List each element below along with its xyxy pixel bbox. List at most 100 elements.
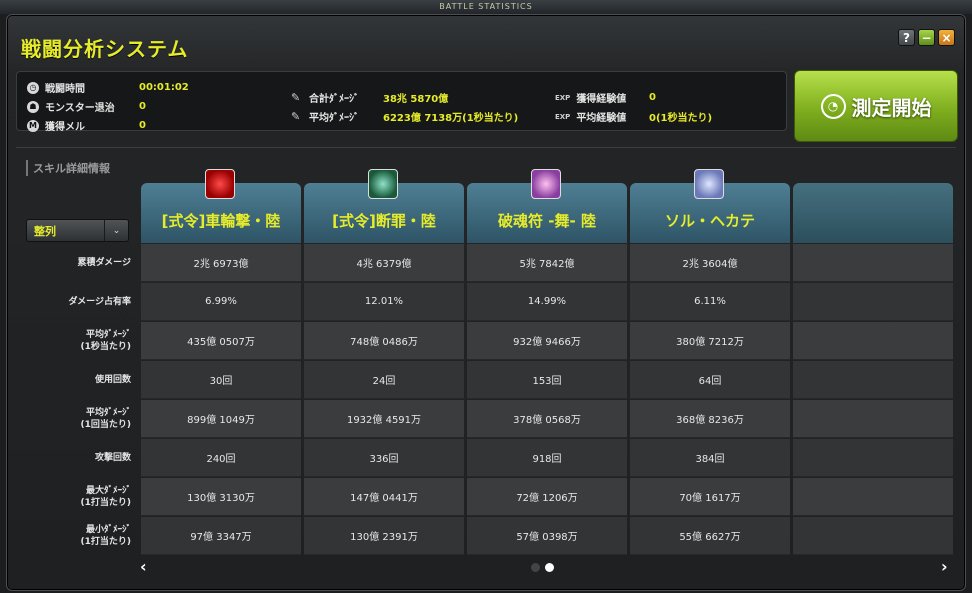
stat-cell: 30回: [141, 361, 301, 399]
stat-cell: 6.11%: [630, 283, 790, 321]
avg-damage-value: 6223億 7138万(1秒当たり): [383, 113, 519, 124]
column-footer: [467, 542, 627, 554]
stat-cell: 2兆 6973億: [141, 244, 301, 282]
next-page-button[interactable]: ›: [941, 557, 948, 576]
stat-cell: 4兆 6379億: [304, 244, 464, 282]
stat-cell: [793, 322, 953, 360]
window-title: 戦闘分析システム: [21, 37, 189, 61]
page-dot[interactable]: [545, 563, 554, 572]
avg-exp-value: 0(1秒当たり): [649, 113, 713, 124]
total-damage-value: 38兆 5870億: [383, 94, 449, 105]
skill-header: [793, 183, 953, 243]
summary-avg-damage: ✎ 平均ﾀﾞﾒｰｼﾞ 6223億 7138万(1秒当たり): [291, 109, 518, 124]
chevron-down-icon[interactable]: ⌄: [104, 220, 128, 241]
stat-cell: 5兆 7842億: [467, 244, 627, 282]
stat-cell: [793, 361, 953, 399]
stat-cell: [793, 244, 953, 282]
stat-cell: 72億 1206万: [467, 478, 627, 516]
summary-panel: ◷ 戦闘時間 00:01:02 ☗ モンスター退治 0 M 獲得メル 0 ✎ 合…: [16, 71, 787, 133]
skill-column: ソル・ヘカテ 2兆 3604億 6.11% 380億 7212万 64回 368億 823…: [630, 169, 790, 555]
skill-header[interactable]: 破魂符 -舞- 陸: [467, 169, 627, 243]
sword-icon: ✎: [291, 90, 301, 104]
column-footer: [793, 542, 953, 554]
stat-cell: 130億 3130万: [141, 478, 301, 516]
stat-cell: 932億 9466万: [467, 322, 627, 360]
total-damage-label: 合計ﾀﾞﾒｰｼﾞ: [309, 94, 359, 105]
avg-exp-label: 平均経験値: [576, 113, 627, 124]
sort-dropdown[interactable]: 整列 ⌄: [26, 219, 129, 242]
summary-monster: ☗ モンスター退治 0: [27, 99, 146, 114]
skill-name: [式令]断罪・陸: [332, 212, 436, 230]
row-label: 攻撃回数: [94, 453, 131, 463]
skill-name: ソル・ヘカテ: [664, 212, 755, 230]
stat-cell: 2兆 3604億: [630, 244, 790, 282]
help-button[interactable]: ?: [898, 29, 915, 46]
stat-cell: 6.99%: [141, 283, 301, 321]
stat-cell: 240回: [141, 439, 301, 477]
blue-spirit-icon: [694, 169, 724, 199]
row-label: 最大ﾀﾞﾒｰｼﾞ (1打当たり): [80, 486, 132, 508]
window-caption: BATTLE STATISTICS: [439, 2, 533, 11]
stat-cell: 12.01%: [304, 283, 464, 321]
row-label: 平均ﾀﾞﾒｰｼﾞ (1回当たり): [80, 408, 132, 430]
page-dot[interactable]: [531, 563, 540, 572]
stat-cell: 899億 1049万: [141, 400, 301, 438]
skill-header[interactable]: ソル・ヘカテ: [630, 169, 790, 243]
monster-value: 0: [139, 101, 146, 112]
battle-statistics-window: 戦闘分析システム ? − × ◷ 戦闘時間 00:01:02 ☗ モンスター退治…: [6, 14, 966, 591]
stat-cell: 748億 0486万: [304, 322, 464, 360]
row-label: ダメージ占有率: [68, 297, 131, 307]
pink-talisman-icon: [531, 169, 561, 199]
summary-meso: M 獲得メル 0: [27, 118, 146, 133]
stat-cell: 380億 7212万: [630, 322, 790, 360]
minimize-button[interactable]: −: [918, 29, 935, 46]
stat-cell: 14.99%: [467, 283, 627, 321]
stat-cell: [793, 400, 953, 438]
skill-name: [式令]車輪撃・陸: [161, 212, 281, 230]
summary-total-damage: ✎ 合計ﾀﾞﾒｰｼﾞ 38兆 5870億: [291, 90, 448, 105]
empty-skill-column: [793, 183, 953, 555]
start-measurement-button[interactable]: ◔ 測定開始: [794, 70, 958, 142]
exp-value: 0: [649, 92, 656, 103]
stat-cell: 384回: [630, 439, 790, 477]
meso-icon: M: [27, 119, 39, 132]
stat-cell: 24回: [304, 361, 464, 399]
prev-page-button[interactable]: ‹: [140, 557, 147, 576]
monster-label: モンスター退治: [45, 103, 115, 114]
section-title: スキル詳細情報: [26, 160, 110, 176]
stat-cell: 147億 0441万: [304, 478, 464, 516]
top-strip: BATTLE STATISTICS: [0, 0, 972, 14]
skill-header[interactable]: [式令]車輪撃・陸: [141, 169, 301, 243]
divider: [16, 147, 956, 148]
gauge-icon: ◔: [820, 93, 846, 119]
fire-wheel-icon: [205, 169, 235, 199]
skill-column: [式令]車輪撃・陸 2兆 6973億 6.99% 435億 0507万 30回 899億 …: [141, 169, 301, 555]
row-label: 平均ﾀﾞﾒｰｼﾞ (1秒当たり): [80, 330, 132, 352]
window-controls: ? − ×: [898, 29, 955, 46]
skill-column: 破魂符 -舞- 陸 5兆 7842億 14.99% 932億 9466万 153回 378…: [467, 169, 627, 555]
row-label: 最小ﾀﾞﾒｰｼﾞ (1打当たり): [80, 525, 132, 547]
exp-label: 獲得経験値: [576, 94, 627, 105]
sort-label: 整列: [34, 224, 56, 238]
clock-icon: ◷: [27, 81, 39, 94]
start-measurement-label: 測定開始: [851, 95, 932, 120]
meso-label: 獲得メル: [45, 122, 85, 133]
close-button[interactable]: ×: [938, 29, 955, 46]
skill-header[interactable]: [式令]断罪・陸: [304, 169, 464, 243]
page-indicator: [531, 563, 554, 572]
avg-damage-label: 平均ﾀﾞﾒｰｼﾞ: [309, 113, 359, 124]
summary-time: ◷ 戦闘時間 00:01:02: [27, 80, 189, 95]
time-label: 戦闘時間: [45, 84, 85, 95]
stat-cell: 153回: [467, 361, 627, 399]
stat-cell: 1932億 4591万: [304, 400, 464, 438]
row-label: 使用回数: [94, 375, 131, 385]
stat-cell: 336回: [304, 439, 464, 477]
sword-icon: ✎: [291, 109, 301, 123]
stat-cell: 378億 0568万: [467, 400, 627, 438]
row-label: 累積ダメージ: [77, 258, 131, 268]
column-footer: [141, 542, 301, 554]
stat-cell: 368億 8236万: [630, 400, 790, 438]
skill-column: [式令]断罪・陸 4兆 6379億 12.01% 748億 0486万 24回 1932億…: [304, 169, 464, 555]
stat-cell: [793, 478, 953, 516]
summary-avg-exp: EXP 平均経験値 0(1秒当たり): [555, 109, 712, 125]
